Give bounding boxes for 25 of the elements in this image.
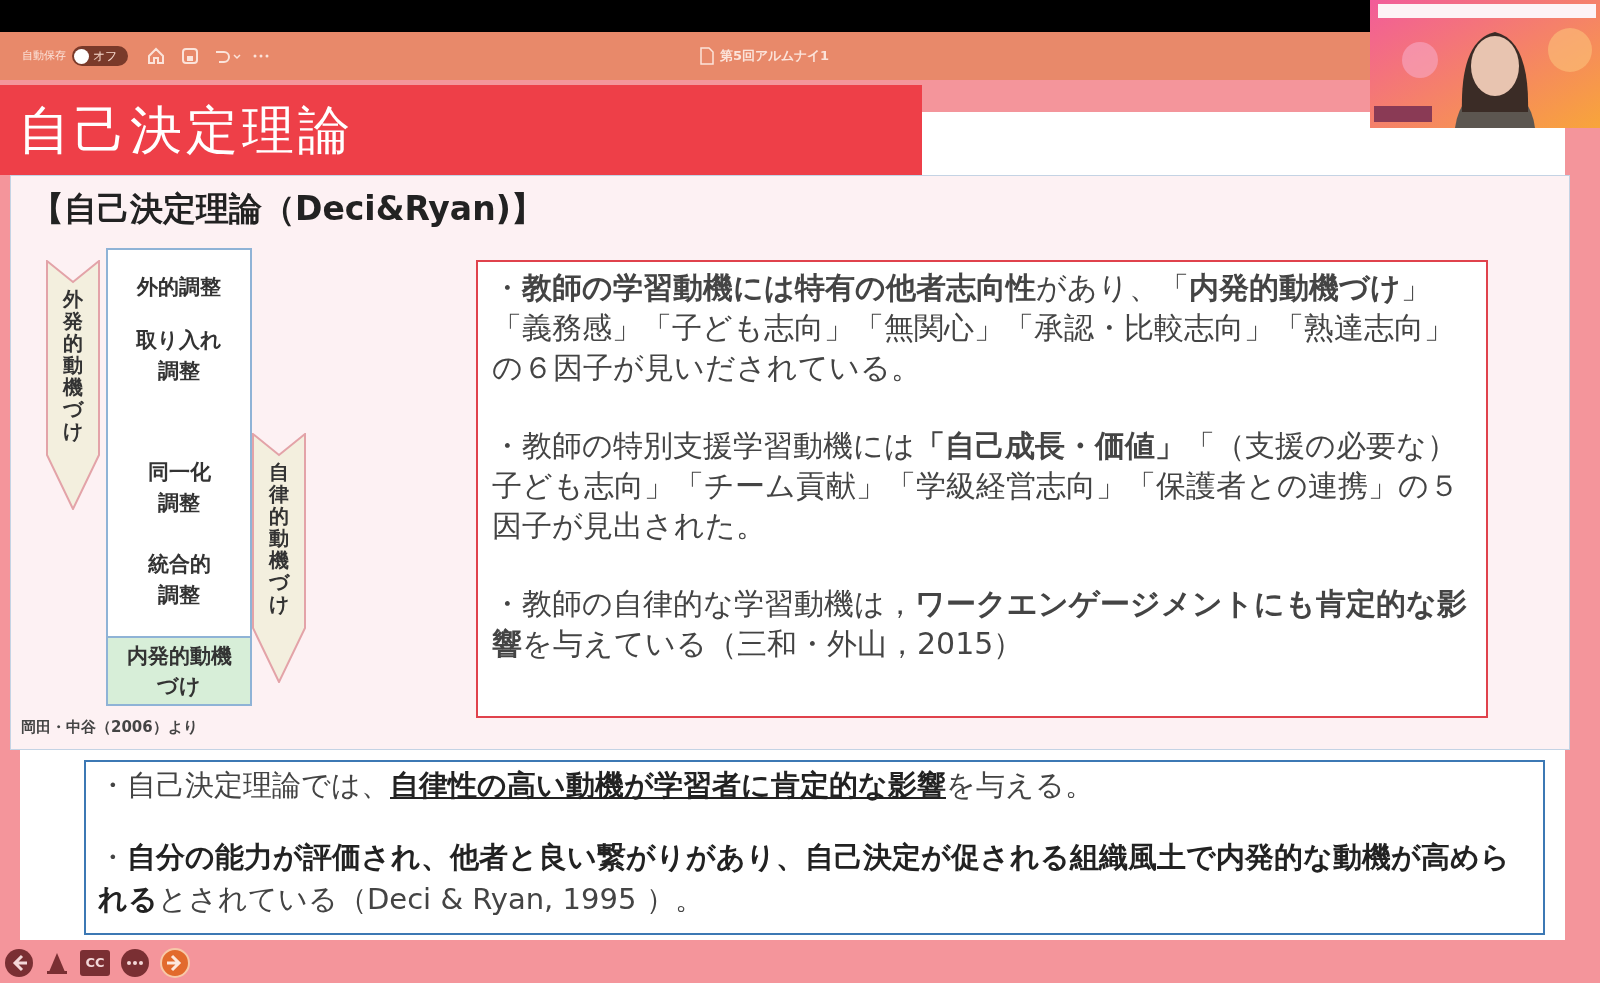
summary-text: ・自己決定理論では、自律性の高い動機が学習者に肯定的な影響を与える。 [98,767,1095,804]
intrinsic-motivation-box: 内発的動機づけ [108,635,250,704]
finding-text: ・教師の自律的な学習動機は，ワークエンゲージメントにも肯定的な影響を与えている（三和・外山，2015） [492,584,1468,663]
document-icon [700,47,714,65]
save-icon[interactable] [180,46,200,66]
stage-label: 外的調整 [135,273,222,301]
home-icon[interactable] [146,46,166,66]
arrow-label: 外発的動機づけ [63,287,83,442]
summary-text: ・自分の能力が評価され、他者と良い繋がりがあり、自己決定が促される組織風土で内発的な動機が高められる とされている（Deci & Ryan, 1995 ）。 [98,839,1511,918]
stage-label: 統合的調整 [146,550,212,609]
more-icon[interactable] [120,948,150,978]
finding-text: ・教師の特別支援学習動機には「自己成長・価値」「（支援の必要な）子ども志向」「チーム貢献」「学級経営志向」「保護者との連携」の５因子が見出された。 [492,426,1460,545]
slide-heading: 【自己決定理論（Deci&Ryan)】 [31,188,545,230]
autosave-label: 自動保存 [22,47,66,64]
arrow-label: 自律的動機づけ [269,460,289,615]
source-note: 岡田・中谷（2006）より [21,716,199,738]
slide-title: 自己決定理論 [18,99,354,162]
captions-button[interactable]: CC [80,950,110,976]
forward-icon[interactable] [160,948,190,978]
stage-label: 同一化調整 [146,458,212,517]
back-icon[interactable] [4,948,34,978]
autosave-toggle[interactable]: オフ [72,46,128,66]
stage-label: 取り入れ調整 [135,326,223,385]
document-title: 第5回アルムナイ1 [720,47,830,66]
finding-text: ・教師の学習動機には特有の他者志向性があり、「内発的動機づけ」「義務感」「子ども志向」「無関心」「承認・比較志向」「熟達志向」の６因子が見いだされている。 [492,268,1455,387]
